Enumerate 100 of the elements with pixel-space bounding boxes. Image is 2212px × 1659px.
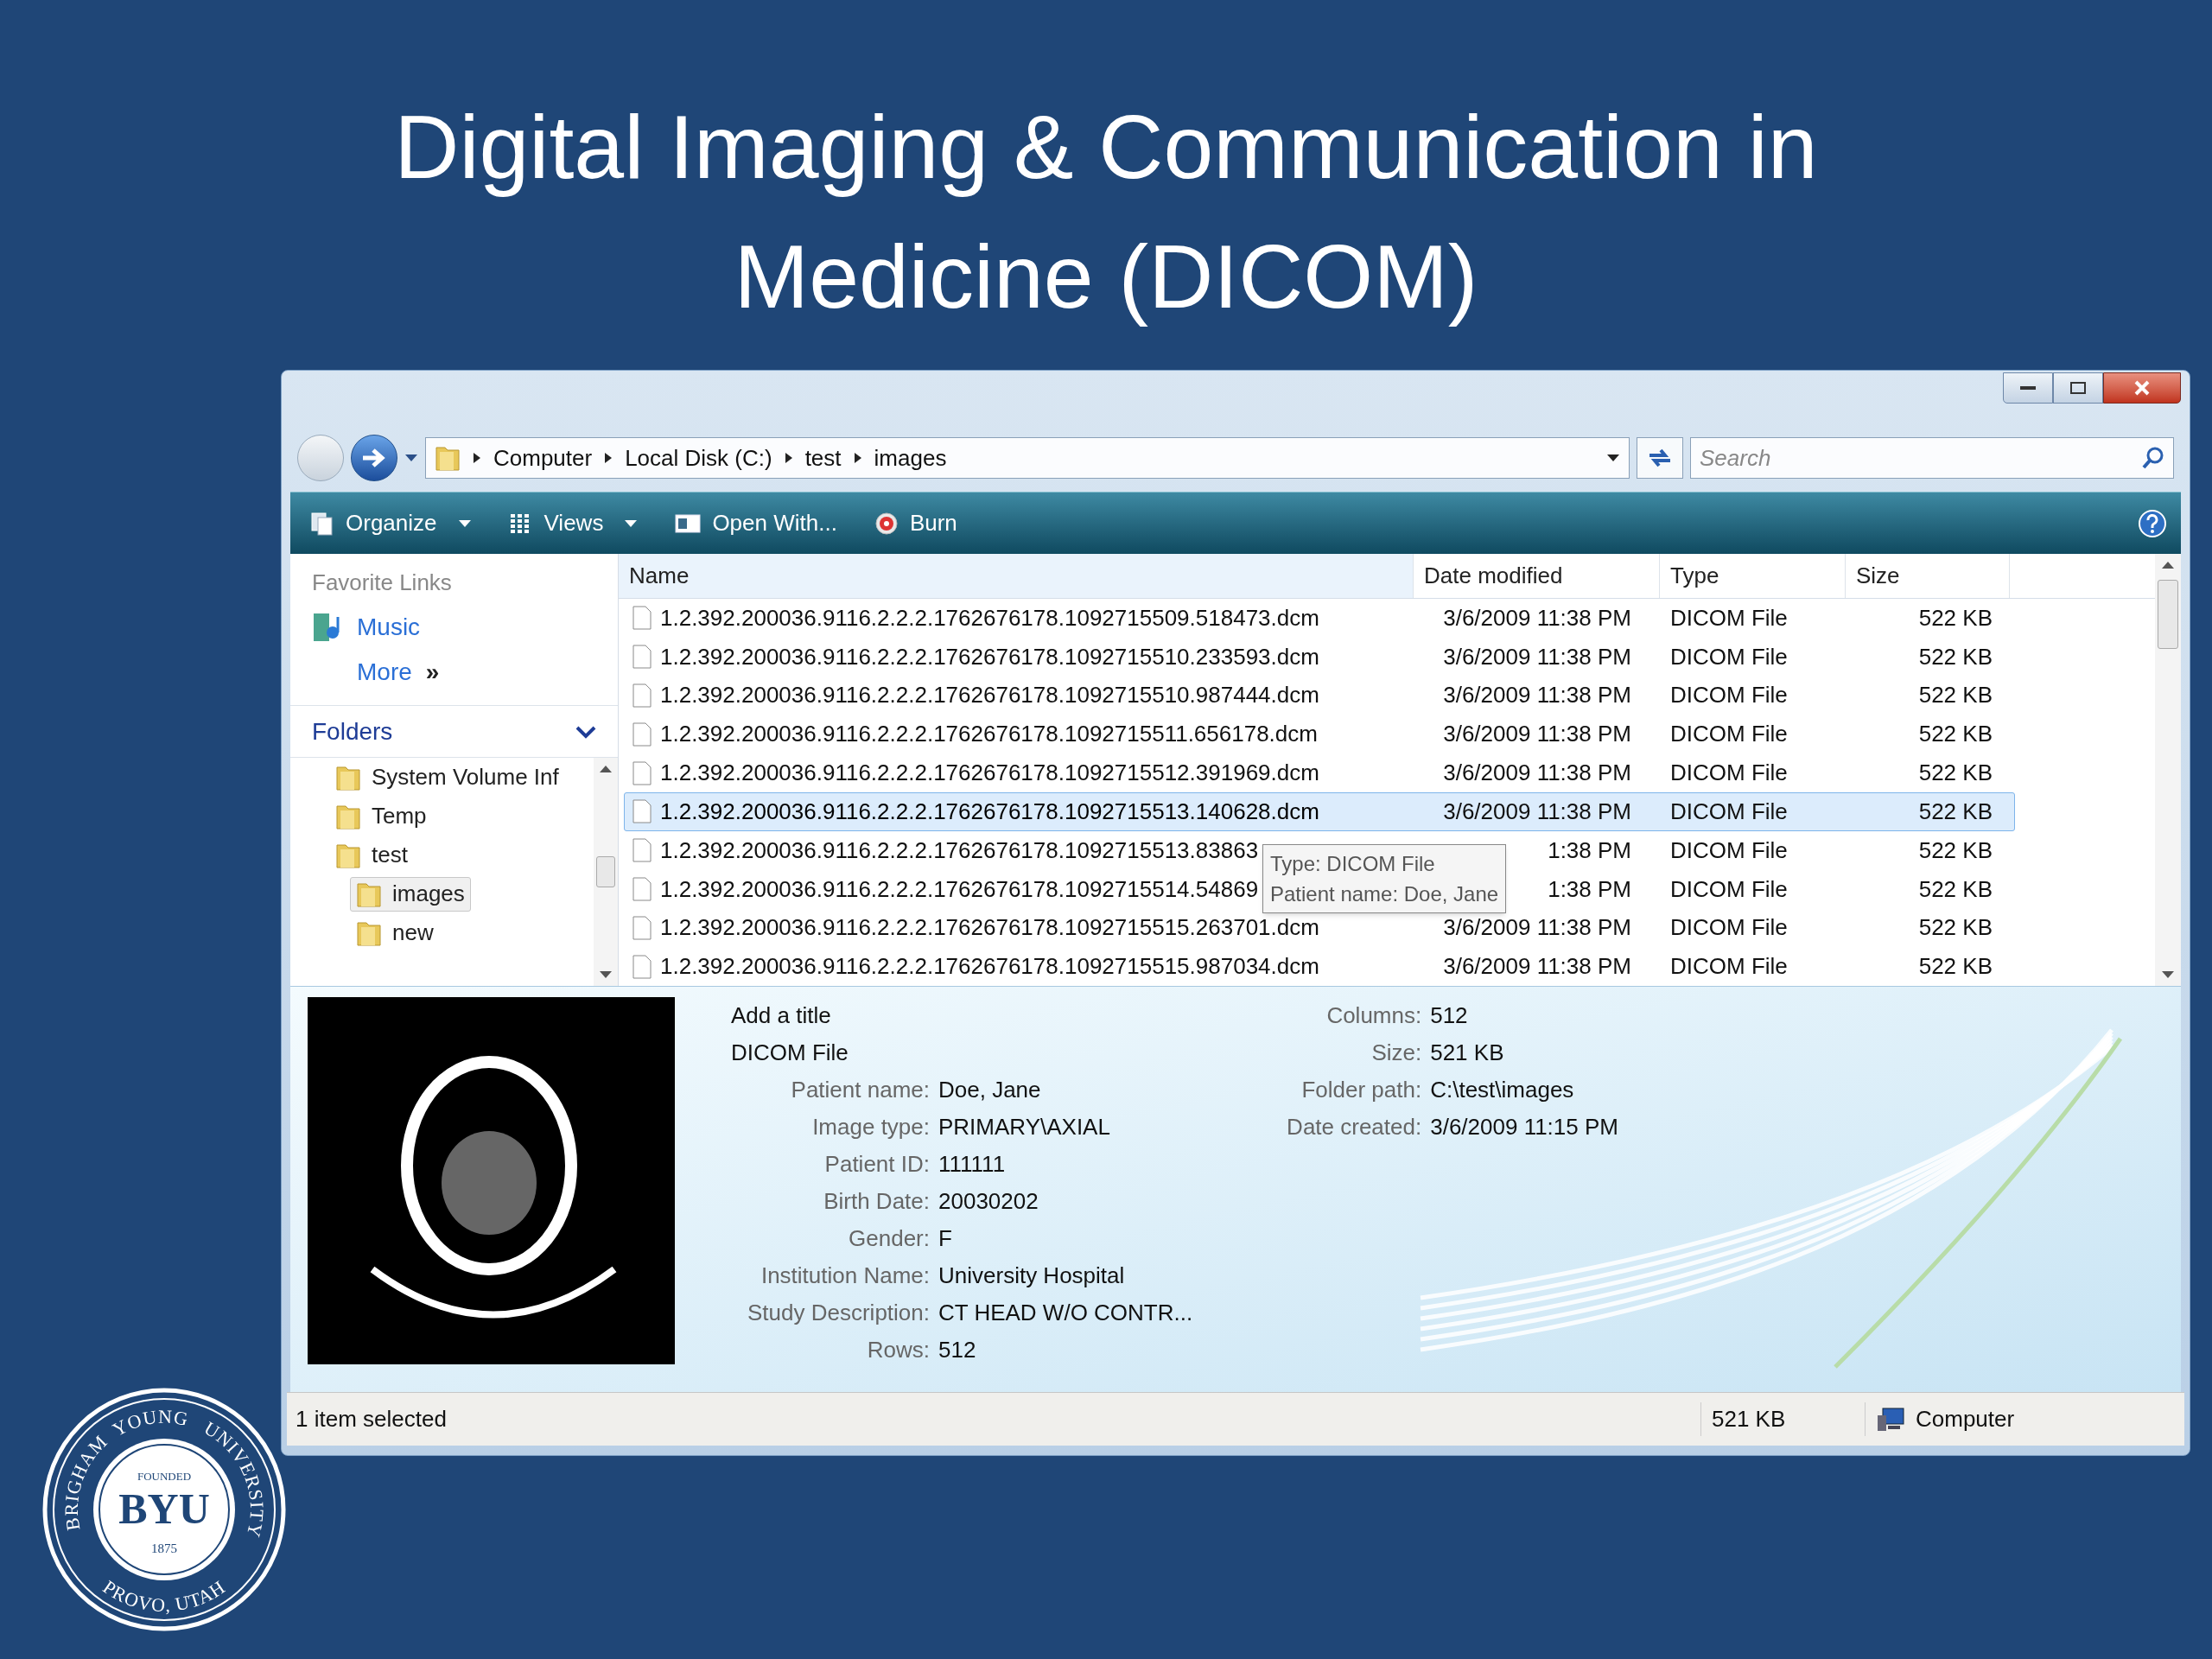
maximize-button[interactable] [2053,372,2103,404]
toolbar-button[interactable]: Open With... [669,499,842,548]
close-button[interactable] [2103,372,2181,404]
field-label: Patient name: [790,1076,930,1104]
file-icon [632,683,652,708]
more-glyph: » [425,658,440,687]
field-value[interactable]: 111111 [938,1146,1006,1183]
details-file-type: DICOM File [730,1039,849,1067]
field-value[interactable]: Doe, Jane [938,1071,1041,1109]
details-title[interactable]: Add a title [714,997,1193,1034]
breadcrumb[interactable]: images [874,441,947,475]
folder-tree-item[interactable]: Temp [329,798,433,834]
file-icon [632,954,652,979]
chevron-right-icon [784,452,793,464]
type-cell: DICOM File [1670,682,1788,709]
date-cell-text: 3/6/2009 11:38 PM [1443,720,1631,749]
status-location: Computer [1916,1405,2015,1433]
date-cell-text: 1:38 PM [1548,874,1631,904]
scroll-up-icon[interactable] [599,765,613,773]
field-label: Date created: [1286,1113,1422,1141]
file-icon [632,915,652,940]
file-name[interactable]: 1.2.392.200036.9116.2.2.2.1762676178.1092715513.83863 [660,833,1259,868]
file-name[interactable]: 1.2.392.200036.9116.2.2.2.1762676178.1092715512.391969.dcm [660,756,1319,790]
field-value[interactable]: CT HEAD W/O CONTR... [938,1294,1193,1332]
type-cell: DICOM File [1670,604,1788,631]
size-cell-text: 522 KB [1918,681,1993,710]
date-cell-text: 3/6/2009 11:38 PM [1443,913,1631,943]
file-name[interactable]: 1.2.392.200036.9116.2.2.2.1762676178.1092715515.263701.dcm [660,911,1319,945]
seal-year: 1875 [151,1541,177,1555]
column-header[interactable]: Size [1846,554,2010,598]
favorite-link[interactable]: More » [312,655,596,690]
scrollbar[interactable] [594,758,618,986]
scroll-thumb[interactable] [2158,580,2178,649]
refresh-button[interactable] [1637,437,1683,479]
selection-highlight[interactable] [624,791,2015,831]
file-icon [632,645,652,670]
scroll-down-icon[interactable] [2161,970,2175,979]
section-heading: Favorite Links [312,569,453,597]
field-value[interactable]: PRIMARY\AXIAL [938,1109,1110,1146]
slide-title: Medicine (DICOM) [734,226,1478,328]
forward-button[interactable] [351,435,397,481]
address-bar[interactable]: Computer Local Disk (C:) test images [425,437,1630,479]
minimize-button[interactable] [2003,372,2053,404]
file-name[interactable]: 1.2.392.200036.9116.2.2.2.1762676178.1092715509.518473.dcm [660,601,1319,635]
tooltip-line: Type: DICOM File [1270,851,1436,877]
size-cell-text: 522 KB [1918,759,1993,787]
size-cell-text: 522 KB [1918,603,1993,632]
toolbar-button[interactable]: Burn [868,499,963,548]
search-field[interactable]: Search [1690,437,2174,479]
folder-tree-item[interactable]: new [350,915,440,950]
field-value[interactable]: 521 KB [1430,1034,1504,1071]
field-value[interactable]: F [938,1220,952,1257]
scroll-thumb[interactable] [596,856,615,887]
file-name[interactable]: 1.2.392.200036.9116.2.2.2.1762676178.1092715515.987034.dcm [660,950,1319,984]
file-name[interactable]: 1.2.392.200036.9116.2.2.2.1762676178.1092715514.54869 [660,872,1259,906]
file-name[interactable]: 1.2.392.200036.9116.2.2.2.1762676178.1092715513.140628.dcm [660,794,1319,829]
field-value[interactable]: 3/6/2009 11:15 PM [1430,1109,1618,1146]
field-value[interactable]: 512 [938,1332,976,1369]
field-value[interactable]: University Hospital [938,1257,1125,1294]
field-value[interactable]: 512 [1430,997,1468,1034]
chevron-right-icon [604,452,613,464]
scroll-up-icon[interactable] [2161,561,2175,569]
field-value[interactable]: 20030202 [938,1183,1039,1220]
folder-tree-item[interactable]: System Volume Inf [329,760,565,795]
file-icon [632,799,652,824]
file-name[interactable]: 1.2.392.200036.9116.2.2.2.1762676178.1092715511.656178.dcm [660,717,1318,752]
size-cell-text: 522 KB [1918,952,1993,982]
caret-icon [624,518,639,528]
seal-founded: FOUNDED [137,1470,192,1483]
column-header[interactable]: Date modified [1414,554,1660,598]
caret-icon[interactable] [404,454,418,462]
scroll-down-icon[interactable] [599,970,613,979]
scrollbar[interactable] [2155,554,2181,986]
chevron-down-icon[interactable] [575,724,596,739]
file-name[interactable]: 1.2.392.200036.9116.2.2.2.1762676178.1092715510.233593.dcm [660,639,1319,674]
slide-title: Digital Imaging & Communication in [394,96,1818,199]
documents-icon [309,510,335,537]
folder-tree-item[interactable]: test [329,837,414,873]
column-header[interactable]: Type [1660,554,1846,598]
field-label: Birth Date: [823,1187,930,1216]
toolbar-button[interactable]: Views [502,499,644,548]
type-cell: DICOM File [1670,875,1788,902]
help-icon[interactable] [2138,508,2167,538]
type-cell: DICOM File [1670,721,1788,747]
arrow-right-icon [361,447,387,469]
column-header[interactable]: Name [619,554,1414,598]
caret-icon[interactable] [1606,454,1620,462]
toolbar-button[interactable]: Organize [304,499,477,548]
field-label: Gender: [848,1224,930,1253]
breadcrumb[interactable]: Computer [493,441,593,475]
folder-tree-item[interactable]: images [350,876,471,912]
favorite-link[interactable]: Music [312,610,596,645]
breadcrumb[interactable]: test [804,441,842,475]
size-cell-text: 522 KB [1918,720,1993,749]
breadcrumb[interactable]: Local Disk (C:) [625,441,772,475]
file-name[interactable]: 1.2.392.200036.9116.2.2.2.1762676178.1092715510.987444.dcm [660,678,1319,713]
disc-icon [873,510,899,537]
section-heading: Folders [312,716,393,747]
field-label: Institution Name: [760,1262,930,1290]
field-value[interactable]: C:\test\images [1430,1071,1574,1109]
